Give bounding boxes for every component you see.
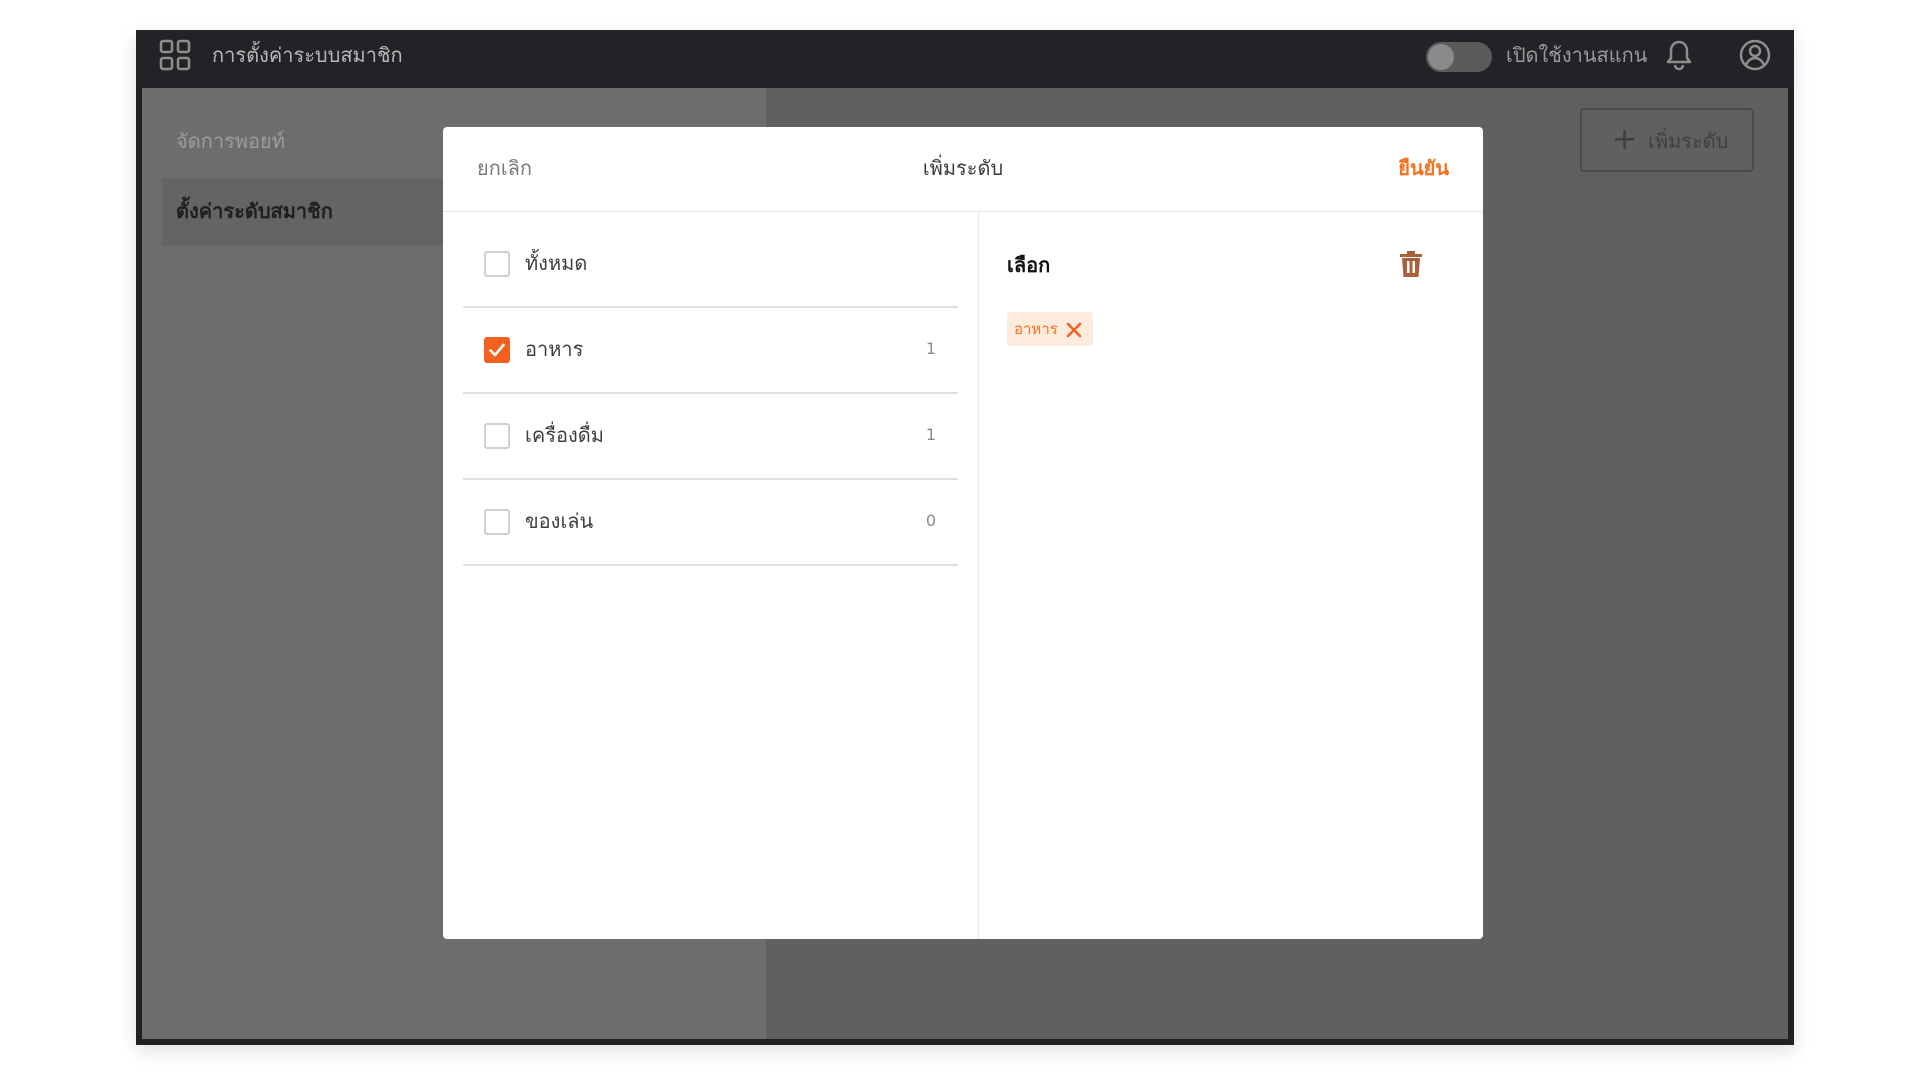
list-item[interactable]: เครื่องดื่ม 1: [463, 394, 958, 480]
user-icon[interactable]: [1738, 38, 1772, 72]
sidebar-item-label: ตั้งค่าระดับสมาชิก: [176, 199, 333, 223]
category-count: 1: [925, 425, 936, 444]
trash-icon[interactable]: [1399, 250, 1423, 278]
list-item[interactable]: ทั้งหมด: [463, 222, 958, 308]
modal-header: ยกเลิก เพิ่มระดับ ยืนยัน: [443, 127, 1483, 212]
category-label: เครื่องดื่ม: [525, 423, 604, 447]
category-label: อาหาร: [525, 337, 584, 361]
chip-label: อาหาร: [1014, 320, 1058, 338]
checkbox-drinks[interactable]: [484, 423, 510, 449]
toggle-knob: [1428, 44, 1454, 70]
top-bar: การตั้งค่าระบบสมาชิก เปิดใช้งานสแกน: [136, 30, 1794, 88]
scan-toggle[interactable]: [1426, 42, 1492, 72]
scan-label: เปิดใช้งานสแกน: [1506, 43, 1648, 67]
category-label: ของเล่น: [525, 509, 594, 533]
category-list: ทั้งหมด อาหาร 1 เครื่องดื่ม 1 ของเล่น 0: [443, 212, 978, 939]
checkbox-toys[interactable]: [484, 509, 510, 535]
app-title: การตั้งค่าระบบสมาชิก: [212, 43, 403, 67]
list-item[interactable]: อาหาร 1: [463, 308, 958, 394]
list-item[interactable]: ของเล่น 0: [463, 480, 958, 566]
sidebar-item-points[interactable]: จัดการพอยท์: [176, 126, 285, 156]
grid-icon[interactable]: [158, 38, 192, 72]
checkbox-all[interactable]: [484, 251, 510, 277]
category-label: ทั้งหมด: [525, 251, 588, 275]
check-icon: [489, 343, 505, 357]
add-level-button[interactable]: + เพิ่มระดับ: [1580, 108, 1754, 172]
modal-title: เพิ่มระดับ: [922, 156, 1004, 180]
category-count: 0: [925, 511, 936, 530]
add-level-label: เพิ่มระดับ: [1648, 129, 1729, 153]
close-icon[interactable]: [1065, 321, 1083, 339]
selected-chip-food: อาหาร: [1007, 312, 1093, 346]
plus-icon: +: [1612, 122, 1638, 157]
selected-panel: เลือก อาหาร: [979, 212, 1483, 939]
confirm-button[interactable]: ยืนยัน: [1398, 153, 1449, 183]
selected-title: เลือก: [1007, 253, 1051, 277]
bell-icon[interactable]: [1664, 38, 1694, 72]
checkbox-food[interactable]: [484, 337, 510, 363]
add-level-modal: ยกเลิก เพิ่มระดับ ยืนยัน ทั้งหมด อาหาร 1…: [443, 127, 1483, 939]
category-count: 1: [925, 339, 936, 358]
